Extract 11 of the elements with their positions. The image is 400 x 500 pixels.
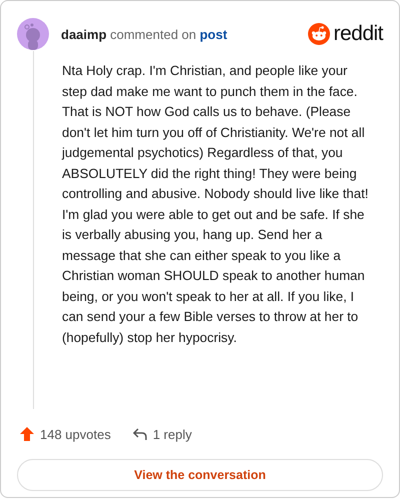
reddit-logo-icon (308, 23, 330, 45)
avatar-icon (17, 18, 49, 50)
upvote-arrow-icon (19, 426, 35, 442)
view-conversation-button[interactable]: View the conversation (17, 459, 383, 491)
upvote-count: 148 upvotes (40, 426, 111, 442)
post-link[interactable]: post (200, 26, 228, 42)
comment-header: daaimp commented on post (61, 26, 228, 42)
reply-icon (132, 426, 148, 442)
comment-text: Nta Holy crap. I'm Christian, and people like your step dad make me want to punch them in the face. That is NOT how God calls us to behave. (Please don't let him turn you off of Christianity. We're not all judgemental psychotics) Regardless of that, you ABSOLUTELY did the right thing! They were being controlling and abusive. Nobody should live like that! I'm glad you were able to get out and be safe. If she is verbally abusing you, hang up. Send her a message that she can either speak to you like a Christian woman SHOULD speak to another human being, or you won't speak to her at all. If you like, I can send your a few Bible verses to throw at her to (hopefully) stop her hypocrisy. (62, 62, 370, 347)
reply-count: 1 reply (152, 426, 192, 442)
brand-name: reddit (333, 22, 383, 46)
